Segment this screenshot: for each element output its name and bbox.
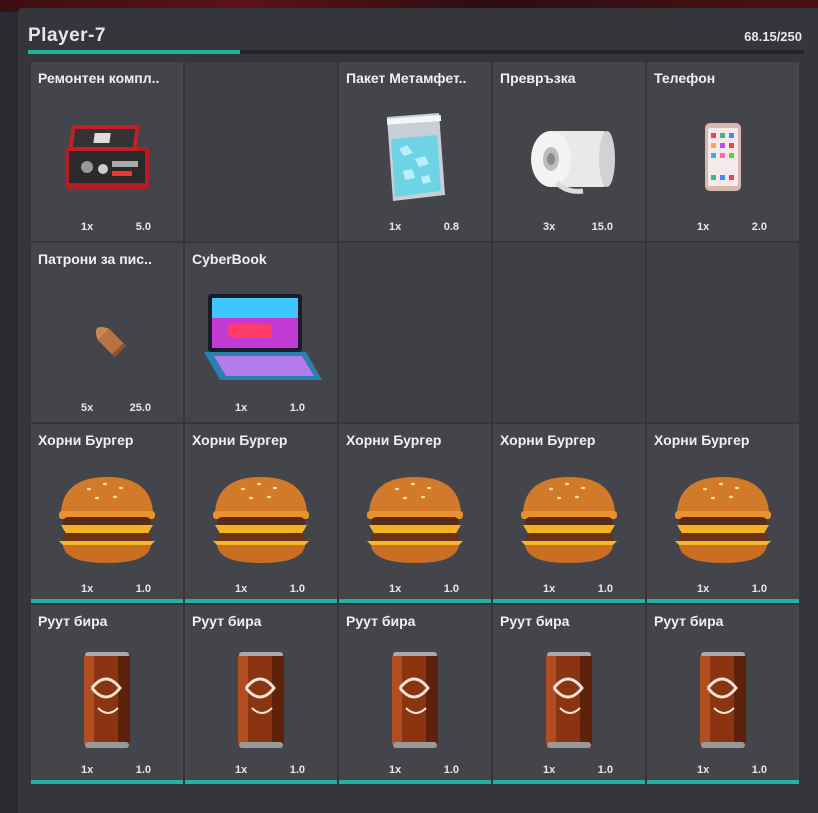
item-weight: 1.0 <box>289 402 305 414</box>
item-weight: 2.0 <box>751 221 767 233</box>
item-weight: 1.0 <box>289 764 305 776</box>
item-weight: 1.0 <box>597 764 613 776</box>
bandage-icon <box>493 102 645 212</box>
item-quantity: 1x <box>697 583 710 595</box>
item-weight: 1.0 <box>597 583 613 595</box>
item-weight: 0.8 <box>443 221 459 233</box>
phone-icon <box>647 102 799 212</box>
item-weight: 1.0 <box>443 583 459 595</box>
item-name: Руут бира <box>654 613 724 629</box>
item-quantity: 1x <box>389 583 402 595</box>
weight-bar <box>28 50 804 54</box>
inventory-slot[interactable]: Руут бира 1x 1.0 <box>493 605 645 784</box>
item-name: Хорни Бургер <box>346 432 442 448</box>
item-weight: 25.0 <box>129 402 151 414</box>
inventory-panel: Player-7 68.15/250 Ремонтен компл.. 1x 5.… <box>18 8 818 813</box>
root-beer-can-icon <box>185 645 337 755</box>
inventory-slot[interactable]: Превръзка 3x 15.0 <box>493 62 645 241</box>
inventory-grid: Ремонтен компл.. 1x 5.0 Пакет Метамфет.. 1… <box>31 62 799 784</box>
inventory-slot[interactable]: Руут бира 1x 1.0 <box>647 605 799 784</box>
item-quantity: 1x <box>389 221 402 233</box>
item-name: Хорни Бургер <box>500 432 596 448</box>
item-name: Хорни Бургер <box>38 432 134 448</box>
inventory-slot[interactable]: Хорни Бургер 1x 1.0 <box>339 424 491 603</box>
item-quantity: 1x <box>235 764 248 776</box>
item-weight: 1.0 <box>751 583 767 595</box>
item-name: Пакет Метамфет.. <box>346 70 467 86</box>
weight-bar-fill <box>28 50 240 54</box>
item-quantity: 1x <box>81 221 94 233</box>
item-name: CyberBook <box>192 251 267 267</box>
item-name: Патрони за пис.. <box>38 251 152 267</box>
root-beer-can-icon <box>339 645 491 755</box>
item-quantity: 5x <box>81 402 94 414</box>
item-quantity: 1x <box>543 764 556 776</box>
root-beer-can-icon <box>493 645 645 755</box>
inventory-slot[interactable]: Патрони за пис.. 5x 25.0 <box>31 243 183 422</box>
item-quantity: 1x <box>81 764 94 776</box>
item-weight: 1.0 <box>289 583 305 595</box>
item-weight: 1.0 <box>135 583 151 595</box>
pistol-ammo-icon <box>31 283 183 393</box>
inventory-slot[interactable]: CyberBook 1x 1.0 <box>185 243 337 422</box>
item-name: Руут бира <box>38 613 108 629</box>
item-weight: 5.0 <box>135 221 151 233</box>
burger-icon <box>185 464 337 574</box>
inventory-slot[interactable]: Хорни Бургер 1x 1.0 <box>185 424 337 603</box>
inventory-slot[interactable]: Руут бира 1x 1.0 <box>31 605 183 784</box>
root-beer-can-icon <box>647 645 799 755</box>
item-quantity: 1x <box>389 764 402 776</box>
item-quantity: 1x <box>543 583 556 595</box>
inventory-slot[interactable]: Хорни Бургер 1x 1.0 <box>647 424 799 603</box>
item-weight: 1.0 <box>751 764 767 776</box>
item-name: Руут бира <box>500 613 570 629</box>
item-name: Хорни Бургер <box>654 432 750 448</box>
inventory-slot[interactable]: Ремонтен компл.. 1x 5.0 <box>31 62 183 241</box>
item-name: Руут бира <box>192 613 262 629</box>
item-quantity: 1x <box>697 764 710 776</box>
repair-kit-icon <box>31 102 183 212</box>
item-quantity: 3x <box>543 221 556 233</box>
item-quantity: 1x <box>235 583 248 595</box>
root-beer-can-icon <box>31 645 183 755</box>
laptop-icon <box>185 283 337 393</box>
item-name: Превръзка <box>500 70 576 86</box>
item-weight: 15.0 <box>591 221 613 233</box>
inventory-slot[interactable]: Руут бира 1x 1.0 <box>339 605 491 784</box>
burger-icon <box>647 464 799 574</box>
inventory-slot-empty[interactable] <box>185 62 337 241</box>
inventory-slot[interactable]: Пакет Метамфет.. 1x 0.8 <box>339 62 491 241</box>
item-quantity: 1x <box>81 583 94 595</box>
inventory-slot-empty[interactable] <box>493 243 645 422</box>
inventory-title: Player-7 <box>28 25 106 46</box>
item-quantity: 1x <box>235 402 248 414</box>
inventory-slot-empty[interactable] <box>647 243 799 422</box>
inventory-slot[interactable]: Хорни Бургер 1x 1.0 <box>31 424 183 603</box>
item-name: Хорни Бургер <box>192 432 288 448</box>
item-name: Ремонтен компл.. <box>38 70 160 86</box>
inventory-slot[interactable]: Руут бира 1x 1.0 <box>185 605 337 784</box>
meth-bag-icon <box>339 102 491 212</box>
inventory-slot-empty[interactable] <box>339 243 491 422</box>
item-weight: 1.0 <box>135 764 151 776</box>
weight-readout: 68.15/250 <box>744 29 802 44</box>
item-name: Руут бира <box>346 613 416 629</box>
item-weight: 1.0 <box>443 764 459 776</box>
burger-icon <box>31 464 183 574</box>
item-name: Телефон <box>654 70 716 86</box>
item-quantity: 1x <box>697 221 710 233</box>
inventory-slot[interactable]: Телефон 1x 2.0 <box>647 62 799 241</box>
burger-icon <box>339 464 491 574</box>
inventory-slot[interactable]: Хорни Бургер 1x 1.0 <box>493 424 645 603</box>
burger-icon <box>493 464 645 574</box>
